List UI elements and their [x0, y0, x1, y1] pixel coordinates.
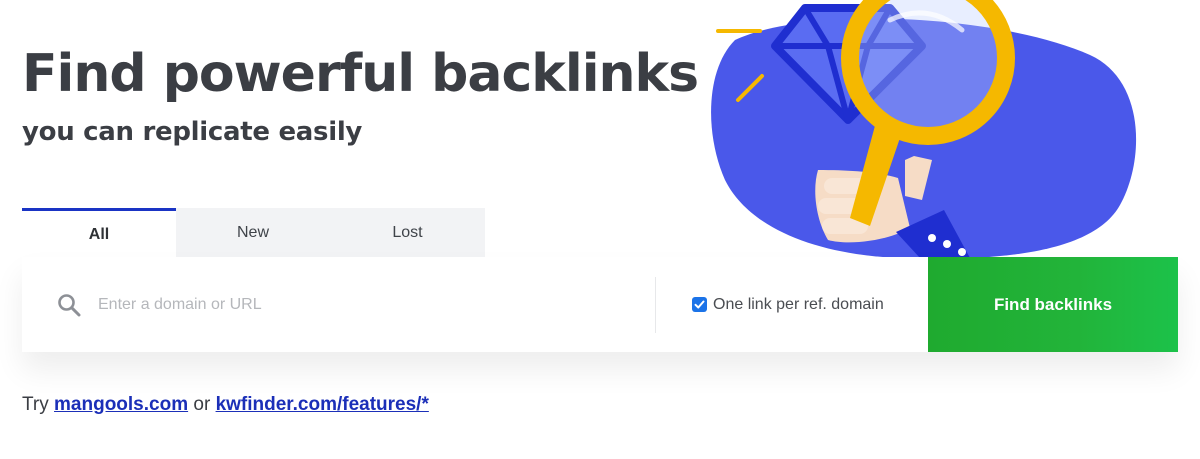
hero-subtitle: you can replicate easily: [22, 117, 363, 147]
hero-illustration: [700, 0, 1170, 260]
tab-new[interactable]: New: [176, 208, 330, 258]
suggestion-link-mangools[interactable]: mangools.com: [54, 394, 188, 415]
tab-lost[interactable]: Lost: [330, 208, 485, 258]
search-icon: [58, 293, 81, 316]
one-link-label[interactable]: One link per ref. domain: [713, 296, 884, 314]
suggestions-separator: or: [193, 394, 211, 415]
tab-all[interactable]: All: [22, 208, 176, 258]
suggestion-link-kwfinder[interactable]: kwfinder.com/features/*: [216, 394, 429, 415]
find-backlinks-button[interactable]: Find backlinks: [928, 257, 1178, 352]
search-input[interactable]: [96, 294, 655, 315]
one-link-checkbox[interactable]: [692, 297, 707, 312]
search-panel: One link per ref. domain Find backlinks: [22, 257, 1178, 352]
suggestions-prefix: Try: [22, 394, 49, 415]
search-box: [22, 257, 655, 352]
checkmark-icon: [694, 300, 705, 309]
one-link-option[interactable]: One link per ref. domain: [656, 257, 928, 352]
suggestions-line: Try mangools.com or kwfinder.com/feature…: [22, 394, 429, 416]
hero-title: Find powerful backlinks: [22, 44, 699, 104]
tab-bar: All New Lost: [22, 208, 485, 258]
